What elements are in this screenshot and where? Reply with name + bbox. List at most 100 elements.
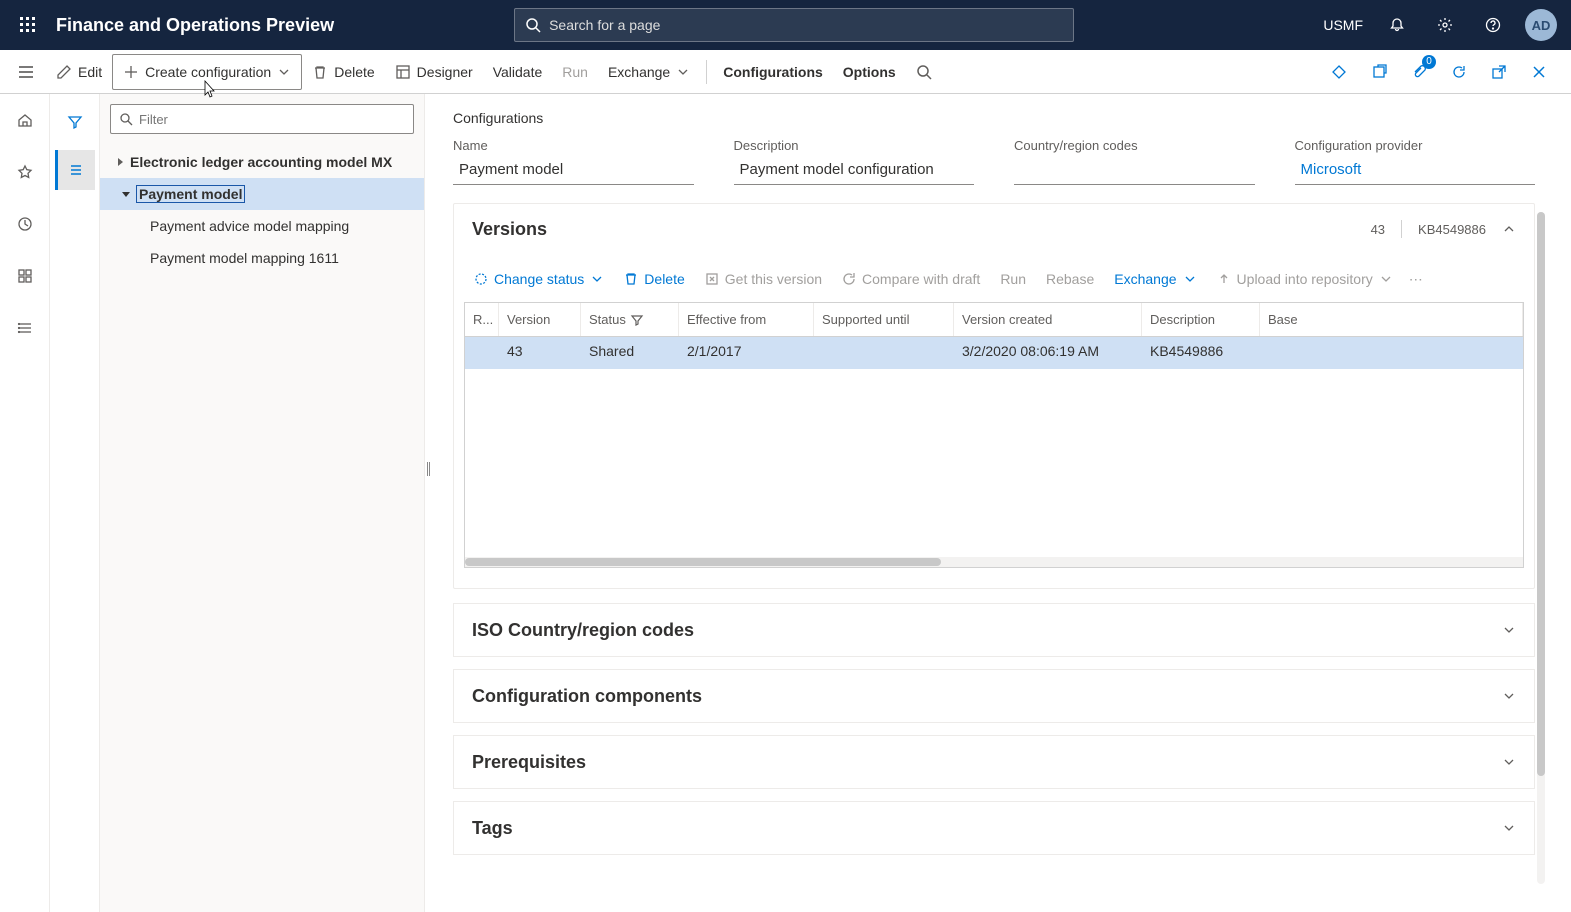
validate-button[interactable]: Validate	[483, 54, 553, 90]
list-panel-icon[interactable]	[55, 150, 95, 190]
delete-label: Delete	[334, 64, 374, 80]
open-new-icon[interactable]	[1361, 54, 1397, 90]
components-section: Configuration components	[453, 669, 1535, 723]
popout-icon[interactable]	[1481, 54, 1517, 90]
name-field-label: Name	[453, 138, 694, 153]
options-tab[interactable]: Options	[833, 54, 906, 90]
recent-icon[interactable]	[7, 206, 43, 242]
avatar-initials: AD	[1525, 9, 1557, 41]
description-field-value[interactable]: Payment model configuration	[734, 157, 975, 185]
validate-label: Validate	[493, 64, 543, 80]
col-version[interactable]: Version	[499, 303, 581, 336]
components-header[interactable]: Configuration components	[454, 670, 1534, 722]
upload-repo-button: Upload into repository	[1209, 264, 1401, 294]
help-icon[interactable]	[1471, 0, 1515, 50]
create-configuration-button[interactable]: Create configuration	[112, 54, 302, 90]
separator	[706, 60, 707, 84]
col-description[interactable]: Description	[1142, 303, 1260, 336]
col-created[interactable]: Version created	[954, 303, 1142, 336]
col-supported[interactable]: Supported until	[814, 303, 954, 336]
tree-panel: Electronic ledger accounting model MX Pa…	[100, 94, 425, 912]
find-button[interactable]	[906, 54, 942, 90]
designer-button[interactable]: Designer	[385, 54, 483, 90]
components-title: Configuration components	[472, 686, 1502, 707]
compare-draft-button: Compare with draft	[834, 264, 988, 294]
trash-icon	[624, 272, 638, 286]
workspaces-icon[interactable]	[7, 258, 43, 294]
change-status-button[interactable]: Change status	[466, 264, 612, 294]
tree-item-payment-advice[interactable]: Payment advice model mapping	[100, 210, 424, 242]
cell-created: 3/2/2020 08:06:19 AM	[954, 337, 1142, 369]
run-version-button: Run	[992, 264, 1034, 294]
vertical-scrollbar[interactable]	[1537, 212, 1545, 884]
prerequisites-header[interactable]: Prerequisites	[454, 736, 1534, 788]
attachments-icon[interactable]: 0	[1401, 54, 1437, 90]
chevron-up-icon	[1502, 222, 1516, 236]
diamond-icon[interactable]	[1321, 54, 1357, 90]
provider-field-value[interactable]: Microsoft	[1295, 157, 1536, 185]
exchange-version-button[interactable]: Exchange	[1106, 264, 1204, 294]
edit-button[interactable]: Edit	[46, 54, 112, 90]
provider-field-label: Configuration provider	[1295, 138, 1536, 153]
action-bar: Edit Create configuration Delete Designe…	[0, 50, 1571, 94]
tree-item-electronic-ledger[interactable]: Electronic ledger accounting model MX	[100, 146, 424, 178]
delete-button[interactable]: Delete	[302, 54, 384, 90]
tree-item-label: Payment advice model mapping	[150, 218, 349, 234]
chevron-down-icon	[277, 65, 291, 79]
hamburger-icon[interactable]	[6, 52, 46, 92]
more-icon[interactable]: ⋯	[1405, 264, 1427, 294]
global-search[interactable]	[514, 8, 1074, 42]
col-effective[interactable]: Effective from	[679, 303, 814, 336]
col-base[interactable]: Base	[1260, 303, 1523, 336]
search-icon	[119, 112, 133, 126]
filter-panel-icon[interactable]	[55, 102, 95, 142]
col-status[interactable]: Status	[581, 303, 679, 336]
user-avatar[interactable]: AD	[1519, 0, 1563, 50]
splitter-handle[interactable]	[425, 462, 431, 476]
expand-icon[interactable]	[110, 157, 130, 167]
left-rail	[0, 94, 50, 912]
chevron-down-icon	[590, 272, 604, 286]
configurations-tab[interactable]: Configurations	[713, 54, 833, 90]
app-title: Finance and Operations Preview	[56, 15, 334, 36]
tree-filter[interactable]	[110, 104, 414, 134]
versions-meta-version: 43	[1371, 222, 1385, 237]
exchange-label: Exchange	[608, 64, 670, 80]
chevron-down-icon	[676, 65, 690, 79]
refresh-icon[interactable]	[1441, 54, 1477, 90]
run-button: Run	[552, 54, 598, 90]
chevron-down-icon	[1502, 821, 1516, 835]
cell-status: Shared	[581, 337, 679, 369]
horizontal-scrollbar[interactable]	[465, 557, 1523, 567]
favorites-icon[interactable]	[7, 154, 43, 190]
separator	[1401, 220, 1402, 238]
upload-icon	[1217, 272, 1231, 286]
name-field-value[interactable]: Payment model	[453, 157, 694, 185]
exchange-button[interactable]: Exchange	[598, 54, 700, 90]
app-launcher-icon[interactable]	[8, 5, 48, 45]
tree-item-label: Payment model mapping 1611	[150, 250, 339, 266]
company-selector[interactable]: USMF	[1315, 0, 1371, 50]
delete-version-button[interactable]: Delete	[616, 264, 692, 294]
iso-header[interactable]: ISO Country/region codes	[454, 604, 1534, 656]
tree-item-label: Electronic ledger accounting model MX	[130, 154, 392, 170]
global-search-input[interactable]	[549, 17, 1063, 33]
col-ra[interactable]: R...	[465, 303, 499, 336]
tags-header[interactable]: Tags	[454, 802, 1534, 854]
settings-icon[interactable]	[1423, 0, 1467, 50]
close-icon[interactable]	[1521, 54, 1557, 90]
status-icon	[474, 272, 488, 286]
top-navbar: Finance and Operations Preview USMF AD	[0, 0, 1571, 50]
nav-column	[50, 94, 100, 912]
prerequisites-section: Prerequisites	[453, 735, 1535, 789]
versions-header[interactable]: Versions 43 KB4549886	[454, 204, 1534, 254]
grid-row[interactable]: 43 Shared 2/1/2017 3/2/2020 08:06:19 AM …	[465, 337, 1523, 369]
country-field-value[interactable]	[1014, 157, 1255, 185]
tree-item-payment-model[interactable]: Payment model	[100, 178, 424, 210]
tree-item-payment-mapping-1611[interactable]: Payment model mapping 1611	[100, 242, 424, 274]
tree-filter-input[interactable]	[139, 112, 405, 127]
home-icon[interactable]	[7, 102, 43, 138]
notifications-icon[interactable]	[1375, 0, 1419, 50]
modules-icon[interactable]	[7, 310, 43, 346]
collapse-icon[interactable]	[116, 189, 136, 199]
